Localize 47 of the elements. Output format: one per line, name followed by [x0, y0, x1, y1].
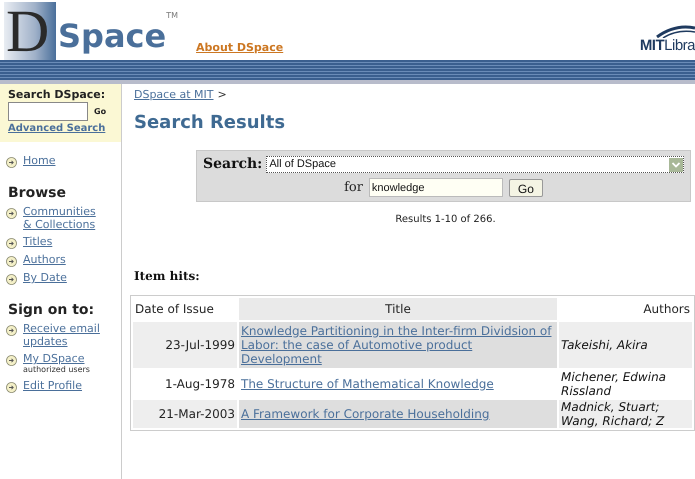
sidebar-search-title: Search DSpace: [8, 88, 106, 102]
sidebar-link[interactable]: Edit Profile [23, 379, 107, 392]
results-count: Results 1-10 of 266. [394, 212, 497, 226]
sidebar-link[interactable]: By Date [23, 271, 107, 284]
column-header: Title [239, 298, 557, 320]
arrow-circle-icon [6, 157, 17, 168]
title-link[interactable]: Knowledge Partitioning in the Inter-firm Dividsion of Labor: the case of Automotive product Development [241, 324, 555, 366]
sidebar-link[interactable]: Receive email updates [23, 322, 107, 348]
about-link[interactable]: About DSpace [196, 40, 284, 56]
arc-logo-icon [655, 24, 695, 38]
search-go-button[interactable]: Go [508, 178, 543, 197]
scope-select[interactable]: All of DSpace [266, 156, 684, 173]
sidebar-link[interactable]: Home [23, 154, 107, 167]
item-hits-label: Item hits: [134, 268, 201, 284]
sidebar-link[interactable]: Titles [23, 235, 107, 248]
sidebar-section-title: Browse [7, 184, 67, 202]
trademark-mark: TM [166, 10, 178, 22]
chevron-down-icon [669, 158, 683, 172]
logo-wordmark: Space [58, 17, 166, 56]
arrow-circle-icon [6, 382, 17, 393]
authors-cell: Takeishi, Akira [559, 322, 692, 368]
date-cell: 23-Jul-1999 [133, 322, 237, 368]
arrow-circle-icon [6, 355, 17, 366]
arrow-circle-icon [6, 238, 17, 249]
query-field[interactable]: knowledge [368, 178, 503, 198]
title-link[interactable]: The Structure of Mathematical Knowledge [241, 376, 555, 390]
date-cell: 21-Mar-2003 [133, 400, 237, 428]
advanced-search-link[interactable]: Advanced Search [8, 122, 113, 136]
arrow-circle-icon [6, 256, 17, 267]
sidebar-link[interactable]: Communities & Collections [23, 205, 107, 231]
for-label: for [344, 179, 363, 197]
breadcrumb-separator: > [218, 88, 227, 102]
partner-logo-text: MITLibra [640, 38, 695, 54]
logo-letter-block: D [4, 2, 56, 60]
authors-cell: Madnick, Stuart; Wang, Richard; Z [559, 400, 692, 428]
sidebar-section-title: Sign on to: [7, 301, 96, 319]
sidebar-link[interactable]: Authors [23, 253, 107, 266]
sidebar-note: authorized users [23, 365, 91, 375]
page-heading: Search Results [134, 112, 286, 134]
breadcrumb-link[interactable]: DSpace at MIT [134, 88, 214, 102]
sidebar-search-field[interactable] [8, 102, 88, 121]
sidebar-go-button[interactable]: Go [94, 106, 106, 118]
arrow-circle-icon [6, 208, 17, 219]
sidebar-link[interactable]: My DSpace [23, 352, 107, 365]
arrow-circle-icon [6, 274, 17, 285]
search-label: Search: [203, 155, 262, 174]
arrow-circle-icon [6, 325, 17, 336]
